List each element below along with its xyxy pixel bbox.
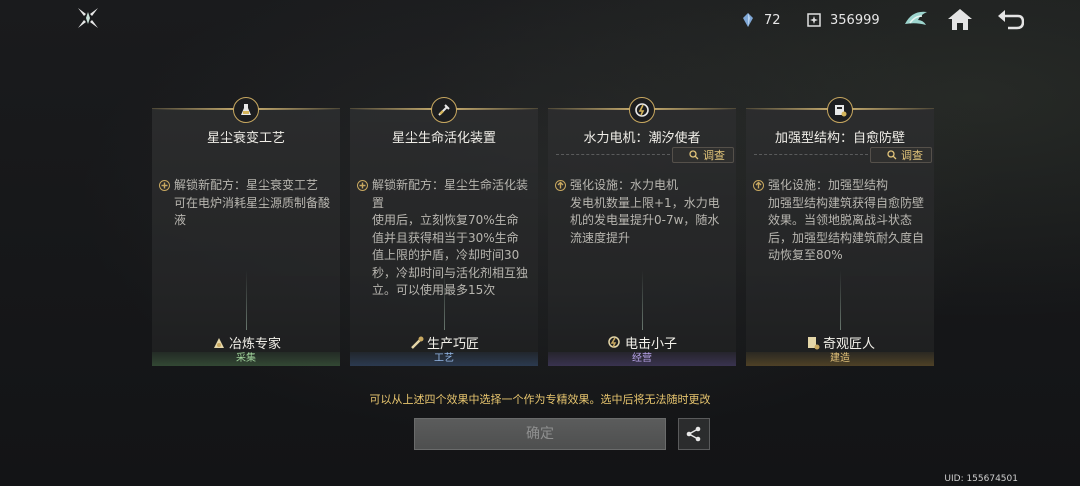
stardust-icon (807, 13, 821, 27)
builder-icon (807, 336, 820, 349)
desc-line-2: 发电机数量上限+1，水力电机的发电量提升0-7w，随水流速度提升 (570, 195, 720, 245)
light-beam (246, 270, 247, 330)
badge-structure (827, 97, 853, 123)
generator-icon (635, 103, 649, 117)
upgrade-bullet-icon (555, 180, 566, 191)
category-tag: 经营 (548, 352, 736, 366)
share-button[interactable] (678, 418, 710, 450)
card-title: 加强型结构：自愈防壁 (774, 131, 905, 146)
specialty-card-hydro-generator[interactable]: 水力电机：潮汐使者 调查 强化设施：水力电机 发电机数量上限+1，水力电机的发电… (548, 97, 736, 366)
specialty-card-life-activation[interactable]: 星尘生命活化装置 解锁新配方：星尘生命活化装置 使用后，立刻恢复70%生命值并且… (350, 97, 538, 366)
card-description: 强化设施：加强型结构 加强型结构建筑获得自愈防壁效果。当领地脱离战斗状态后，加强… (768, 177, 926, 265)
crystal-icon (743, 13, 753, 27)
card-title: 星尘衰变工艺 (206, 131, 285, 146)
unlock-bullet-icon (159, 180, 170, 191)
category-tag: 建造 (746, 352, 934, 366)
role-name: 电击小子 (624, 337, 677, 352)
desc-line-1: 强化设施：水力电机 (570, 178, 679, 192)
magnifier-icon (887, 150, 897, 160)
divider (754, 154, 868, 155)
role-label: 电击小子 (548, 333, 736, 352)
upgrade-bullet-icon (753, 180, 764, 191)
card-title: 水力电机：潮汐使者 (583, 131, 701, 146)
user-id: UID: 155674501 (944, 474, 1018, 484)
syringe-icon (438, 104, 450, 116)
role-label: 生产巧匠 (350, 333, 538, 352)
home-icon[interactable] (946, 6, 974, 32)
desc-line-2: 加强型结构建筑获得自愈防壁效果。当领地脱离战斗状态后，加强型结构建筑耐久度自动恢… (768, 195, 925, 263)
investigate-label: 调查 (901, 149, 923, 162)
unlock-bullet-icon (357, 180, 368, 191)
electric-icon (608, 335, 620, 348)
desc-line-1: 强化设施：加强型结构 (768, 178, 889, 192)
card-description: 解锁新配方：星尘衰变工艺 可在电炉消耗星尘源质制备酸液 (174, 177, 332, 230)
specialty-card-self-heal-wall[interactable]: 加强型结构：自愈防壁 调查 强化设施：加强型结构 加强型结构建筑获得自愈防壁效果… (746, 97, 934, 366)
card-title: 星尘生命活化装置 (391, 131, 496, 146)
investigate-label: 调查 (703, 149, 725, 162)
stardust-counter[interactable]: 356999 (806, 12, 880, 28)
flask-icon (241, 104, 251, 115)
light-beam (642, 270, 643, 330)
badge-syringe (431, 97, 457, 123)
smelter-icon (213, 337, 224, 348)
role-name: 奇观匠人 (822, 337, 875, 352)
crystal-count: 72 (764, 12, 781, 28)
desc-line-1: 解锁新配方：星尘生命活化装置 (372, 178, 529, 210)
stardust-count: 356999 (830, 12, 880, 28)
light-beam (840, 270, 841, 330)
share-icon (686, 426, 701, 442)
badge-generator (629, 97, 655, 123)
light-beam (444, 270, 445, 330)
divider (556, 154, 670, 155)
bird-emblem-icon[interactable] (902, 6, 930, 32)
specialty-card-stardust-decay[interactable]: 星尘衰变工艺 解锁新配方：星尘衰变工艺 可在电炉消耗星尘源质制备酸液 冶炼专家 … (152, 97, 340, 366)
confirm-button[interactable]: 确定 (414, 418, 666, 450)
back-icon[interactable] (996, 6, 1024, 32)
role-name: 生产巧匠 (426, 337, 479, 352)
card-description: 解锁新配方：星尘生命活化装置 使用后，立刻恢复70%生命值并且获得相当于30%生… (372, 177, 530, 300)
magnifier-icon (689, 150, 699, 160)
badge-flask (233, 97, 259, 123)
role-label: 冶炼专家 (152, 333, 340, 352)
crystal-counter[interactable]: 72 (740, 12, 781, 28)
desc-line-2: 使用后，立刻恢复70%生命值并且获得相当于30%生命值上限的护盾，冷却时间30秒… (372, 213, 529, 297)
role-name: 冶炼专家 (228, 337, 281, 352)
desc-line-2: 可在电炉消耗星尘源质制备酸液 (174, 195, 331, 228)
investigate-button[interactable]: 调查 (672, 147, 734, 163)
craftsman-icon (411, 336, 424, 349)
card-description: 强化设施：水力电机 发电机数量上限+1，水力电机的发电量提升0-7w，随水流速度… (570, 177, 728, 247)
structure-icon (835, 105, 847, 117)
investigate-button[interactable]: 调查 (870, 147, 932, 163)
role-label: 奇观匠人 (746, 333, 934, 352)
category-tag: 工艺 (350, 352, 538, 366)
selection-hint: 可以从上述四个效果中选择一个作为专精效果。选中后将无法随时更改 (369, 393, 711, 406)
star-compass-icon[interactable] (76, 6, 100, 30)
category-tag: 采集 (152, 352, 340, 366)
desc-line-1: 解锁新配方：星尘衰变工艺 (174, 178, 319, 192)
